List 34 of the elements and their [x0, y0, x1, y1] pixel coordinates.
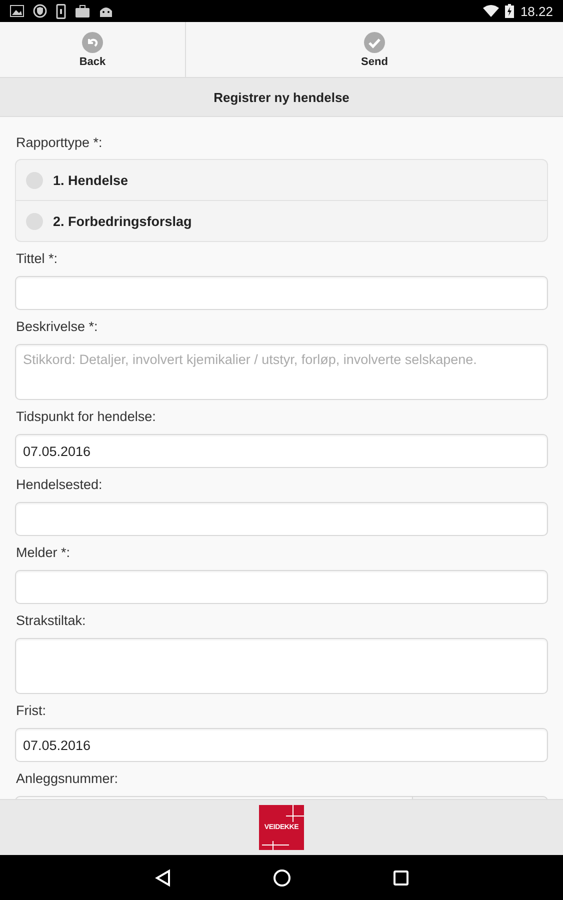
field-label: Frist: — [16, 702, 47, 719]
field-label: Tittel *: — [16, 250, 59, 267]
field-label: Anleggsnummer: — [16, 770, 120, 787]
field-label: Hendelsested: — [16, 476, 104, 493]
recents-nav-icon[interactable] — [392, 870, 408, 886]
radio-label: 1. Hendelse — [53, 172, 128, 188]
input-field[interactable]: 07.05.2016 — [15, 728, 548, 762]
back-icon — [82, 32, 103, 52]
battery-icon — [505, 4, 514, 18]
field-label: Rapporttype *: — [16, 134, 104, 151]
back-nav-icon[interactable] — [154, 868, 170, 886]
input-field[interactable] — [15, 276, 548, 310]
page-title: Registrer ny hendelse — [214, 90, 350, 104]
home-nav-icon[interactable] — [272, 868, 290, 886]
image-icon — [10, 5, 24, 17]
check-icon — [364, 32, 385, 52]
field-label: Tidspunkt for hendelse: — [16, 408, 157, 425]
android-icon — [99, 4, 113, 18]
radio-label: 2. Forbedringsforslag — [53, 214, 192, 228]
shield-icon — [33, 4, 47, 18]
input-field[interactable] — [15, 570, 548, 604]
input-field[interactable]: 07.05.2016 — [15, 434, 548, 468]
wifi-icon — [483, 5, 500, 17]
briefcase-icon — [75, 4, 90, 18]
input-field[interactable] — [15, 502, 548, 536]
field-label: Beskrivelse *: — [16, 318, 99, 335]
field-label: Strakstiltak: — [16, 612, 87, 629]
text-area[interactable] — [15, 638, 548, 694]
radio-option[interactable]: 2. Forbedringsforslag — [16, 200, 547, 241]
text-area[interactable]: Stikkord: Detaljer, involvert kjemikalier / utstyr, forløp, involverte selskapene. — [15, 344, 548, 400]
status-time: 18.22 — [520, 4, 553, 18]
field-label: Melder *: — [16, 544, 72, 561]
radio-option[interactable]: 1. Hendelse — [16, 160, 547, 200]
phone-icon — [56, 4, 66, 18]
